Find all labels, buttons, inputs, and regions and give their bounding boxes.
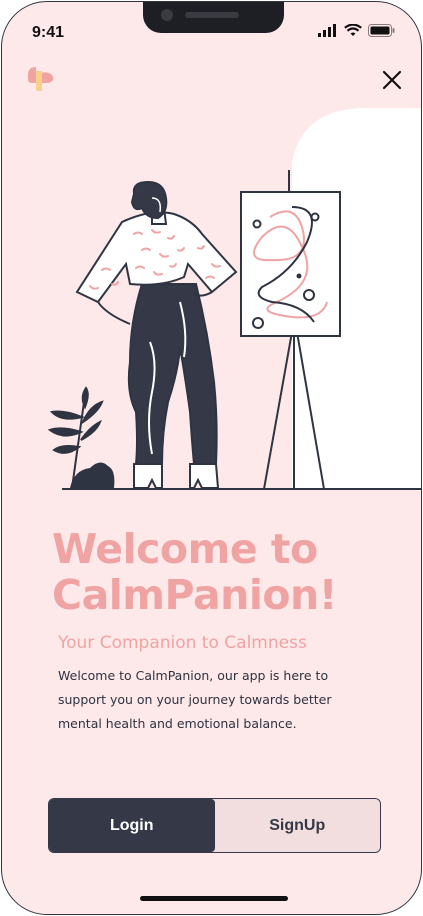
battery-icon [368,24,395,37]
close-icon[interactable] [380,68,404,92]
welcome-description: Welcome to CalmPanion, our app is here t… [58,668,332,731]
signup-button[interactable]: SignUp [214,799,380,852]
auth-segmented-control: Login SignUp [48,798,381,853]
welcome-illustration [47,108,421,490]
status-icons [318,24,395,37]
login-button[interactable]: Login [49,799,215,852]
camera [161,9,173,21]
signal-icon [318,24,336,37]
screen: 9:41 Welcome to CalmPanion! Your Compani… [1,1,422,915]
welcome-subtitle: Your Companion to Calmness [58,633,307,653]
status-time: 9:41 [32,24,65,41]
welcome-title: Welcome to CalmPanion! [52,526,337,618]
welcome-title-line2: CalmPanion! [52,571,337,619]
home-indicator[interactable] [140,896,288,901]
notch [143,2,284,33]
wifi-icon [344,24,362,36]
speaker [185,12,239,18]
phone-frame: 9:41 Welcome to CalmPanion! Your Compani… [0,0,423,916]
app-logo [28,67,54,91]
welcome-title-line1: Welcome to [52,525,318,573]
